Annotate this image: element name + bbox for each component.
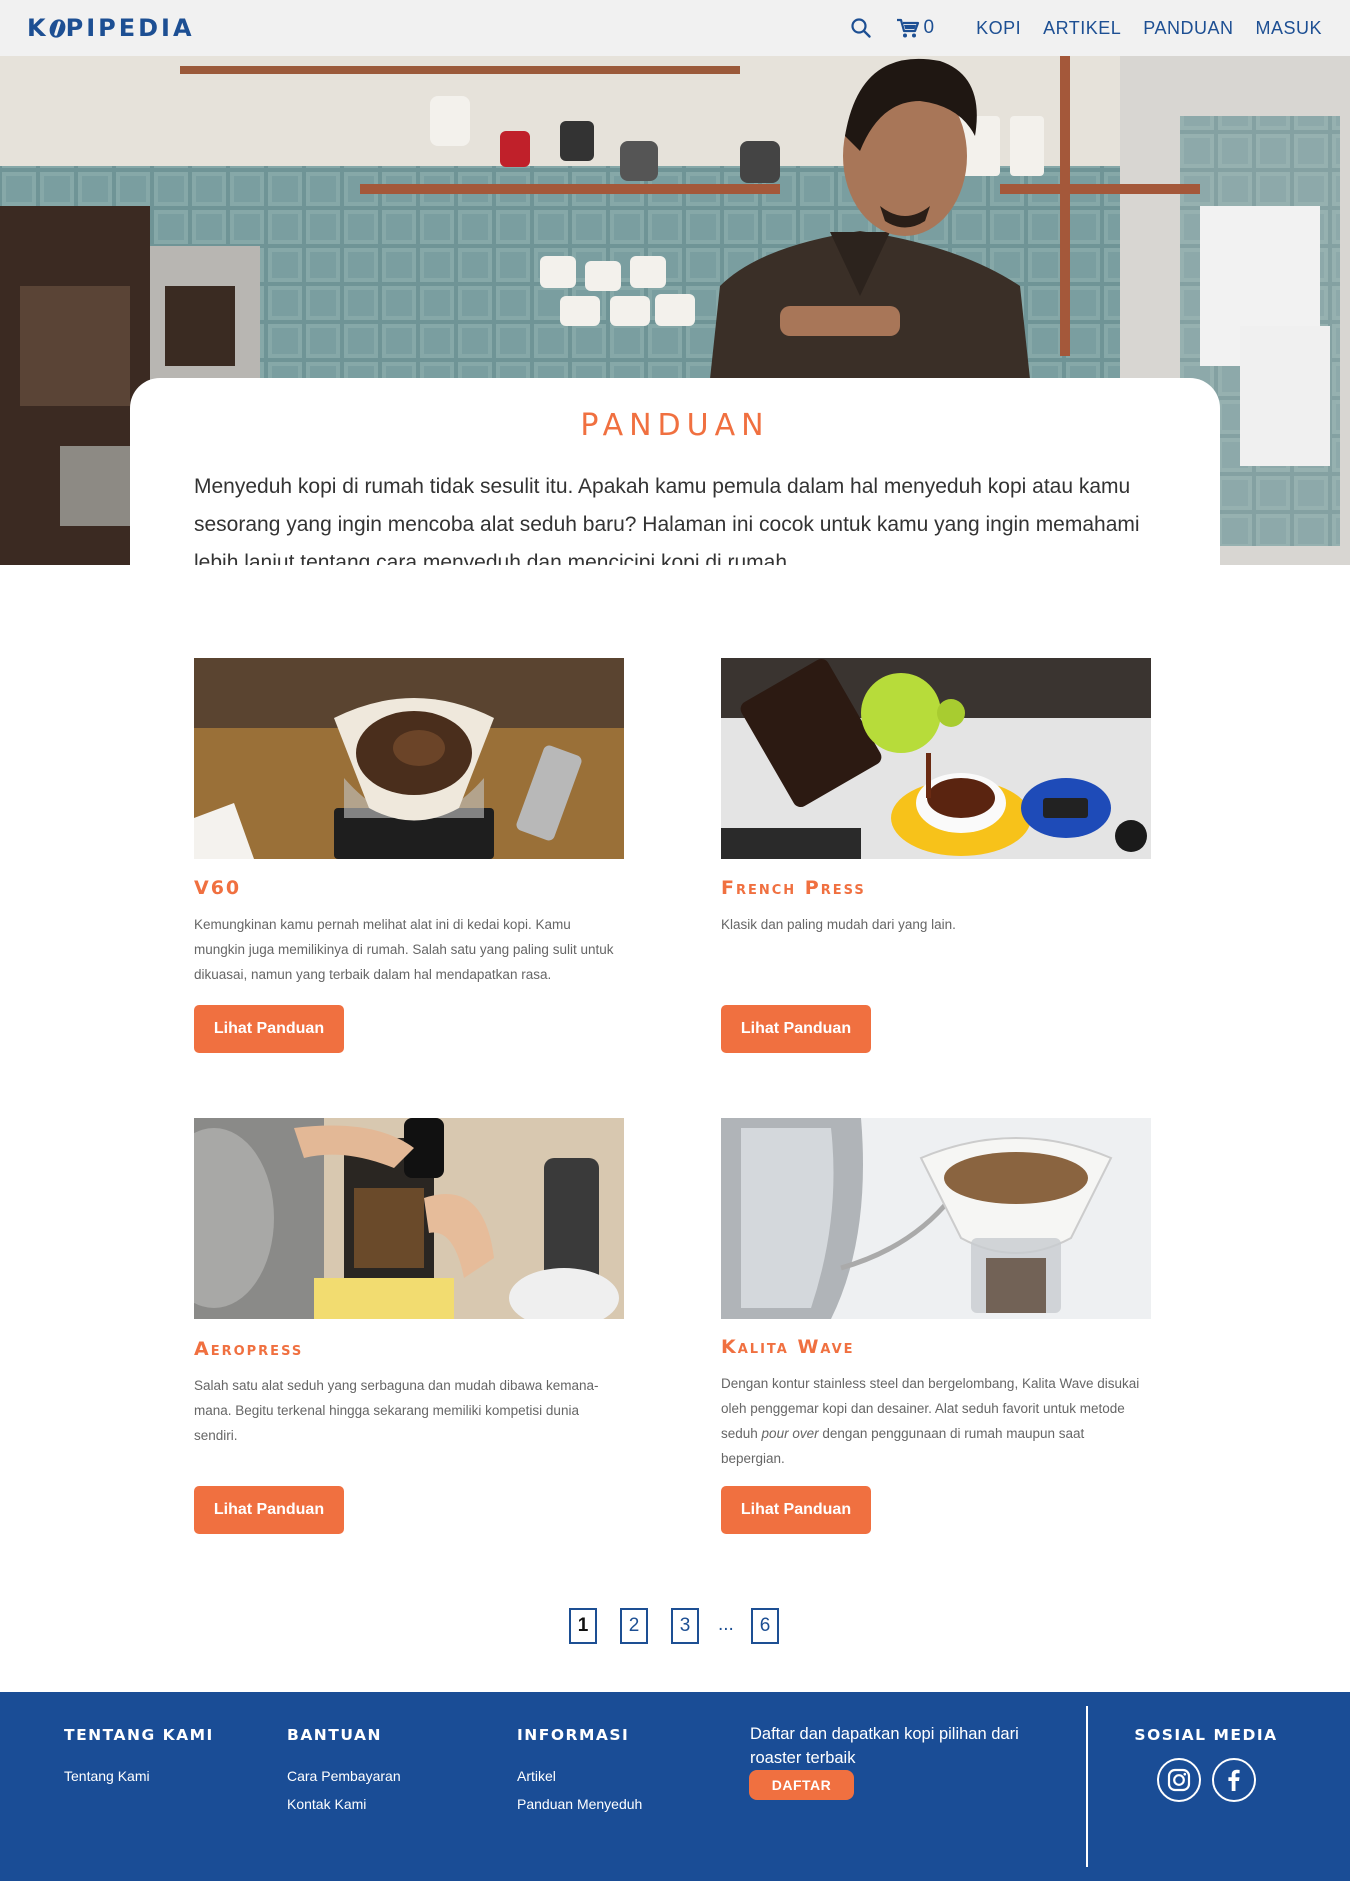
footer-link-tentang-kami[interactable]: Tentang Kami	[64, 1762, 214, 1790]
guide-desc-kalita-wave: Dengan kontur stainless steel dan bergel…	[721, 1376, 1140, 1466]
footer-info-heading: INFORMASI	[517, 1726, 630, 1744]
view-guide-button-kalita-wave[interactable]: Lihat Panduan	[721, 1486, 871, 1534]
page-title: PANDUAN	[580, 408, 770, 443]
guide-card-aeropress: Aeropress Salah satu alat seduh yang ser…	[194, 1118, 624, 1534]
kalita-wave-photo[interactable]	[721, 1118, 1151, 1319]
cart-icon	[896, 18, 919, 38]
view-guide-button-v60[interactable]: Lihat Panduan	[194, 1005, 344, 1053]
hero-banner: PANDUAN Menyeduh kopi di rumah tidak ses…	[0, 56, 1350, 565]
guide-title-french-press[interactable]: French Press	[721, 877, 866, 899]
nav-masuk[interactable]: MASUK	[1255, 18, 1322, 39]
footer-promo-text: Daftar dan dapatkan kopi pilihan dari ro…	[750, 1725, 1019, 1767]
facebook-icon[interactable]	[1212, 1758, 1256, 1802]
footer-help-heading: BANTUAN	[287, 1726, 382, 1744]
hero-intro-card: PANDUAN Menyeduh kopi di rumah tidak ses…	[130, 378, 1220, 565]
pagination: 1 2 3 ... 6	[0, 1608, 1350, 1648]
footer-info: INFORMASI Artikel Panduan Menyeduh	[517, 1726, 642, 1818]
nav-kopi[interactable]: KOPI	[976, 18, 1021, 39]
nav-panduan[interactable]: PANDUAN	[1143, 18, 1233, 39]
footer-link-panduan-menyeduh[interactable]: Panduan Menyeduh	[517, 1790, 642, 1818]
footer-help: BANTUAN Cara Pembayaran Kontak Kami	[287, 1726, 401, 1818]
main-nav: 0 KOPI ARTIKEL PANDUAN MASUK	[850, 0, 1323, 56]
french-press-photo[interactable]	[721, 658, 1151, 859]
guide-title-v60[interactable]: V60	[194, 877, 241, 899]
cart-count: 0	[923, 17, 935, 38]
page-3-button[interactable]: 3	[671, 1608, 699, 1644]
footer-social: SOSIAL MEDIA	[1100, 1726, 1312, 1762]
guide-title-kalita-wave[interactable]: Kalita Wave	[721, 1336, 855, 1358]
footer-link-artikel[interactable]: Artikel	[517, 1762, 642, 1790]
v60-photo[interactable]	[194, 658, 624, 859]
footer-about: TENTANG KAMI Tentang Kami	[64, 1726, 214, 1790]
top-navbar: K PIPEDIA 0 KOPI ARTIKEL PANDUAN MASUK	[0, 0, 1350, 56]
coffee-bean-icon	[46, 16, 68, 41]
site-logo[interactable]: K PIPEDIA	[27, 14, 195, 42]
search-icon[interactable]	[850, 15, 876, 41]
guide-card-french-press: French Press Klasik dan paling mudah dar…	[721, 658, 1151, 1053]
page-1-button[interactable]: 1	[569, 1608, 597, 1644]
guide-desc-v60: Kemungkinan kamu pernah melihat alat ini…	[194, 917, 614, 982]
cart-button[interactable]: 0	[896, 17, 935, 39]
aeropress-photo[interactable]	[194, 1118, 624, 1319]
footer-link-kontak-kami[interactable]: Kontak Kami	[287, 1790, 401, 1818]
view-guide-button-aeropress[interactable]: Lihat Panduan	[194, 1486, 344, 1534]
signup-button[interactable]: DAFTAR	[749, 1770, 854, 1800]
pour-over-term: pour over	[761, 1426, 819, 1441]
footer-about-heading: TENTANG KAMI	[64, 1726, 214, 1744]
site-footer: TENTANG KAMI Tentang Kami BANTUAN Cara P…	[0, 1692, 1350, 1881]
nav-artikel[interactable]: ARTIKEL	[1043, 18, 1121, 39]
guide-desc-french-press: Klasik dan paling mudah dari yang lain.	[721, 917, 956, 932]
guide-card-kalita-wave: Kalita Wave Dengan kontur stainless stee…	[721, 1118, 1151, 1534]
view-guide-button-french-press[interactable]: Lihat Panduan	[721, 1005, 871, 1053]
page-intro: Menyeduh kopi di rumah tidak sesulit itu…	[194, 475, 1140, 565]
guide-title-aeropress[interactable]: Aeropress	[194, 1338, 303, 1360]
footer-link-cara-pembayaran[interactable]: Cara Pembayaran	[287, 1762, 401, 1790]
instagram-icon[interactable]	[1157, 1758, 1201, 1802]
footer-social-heading: SOSIAL MEDIA	[1134, 1726, 1278, 1744]
page-2-button[interactable]: 2	[620, 1608, 648, 1644]
guide-desc-aeropress: Salah satu alat seduh yang serbaguna dan…	[194, 1378, 599, 1443]
footer-divider	[1086, 1706, 1088, 1867]
page-6-button[interactable]: 6	[751, 1608, 779, 1644]
guide-card-v60: V60 Kemungkinan kamu pernah melihat alat…	[194, 658, 624, 1053]
page-ellipsis: ...	[718, 1614, 734, 1635]
